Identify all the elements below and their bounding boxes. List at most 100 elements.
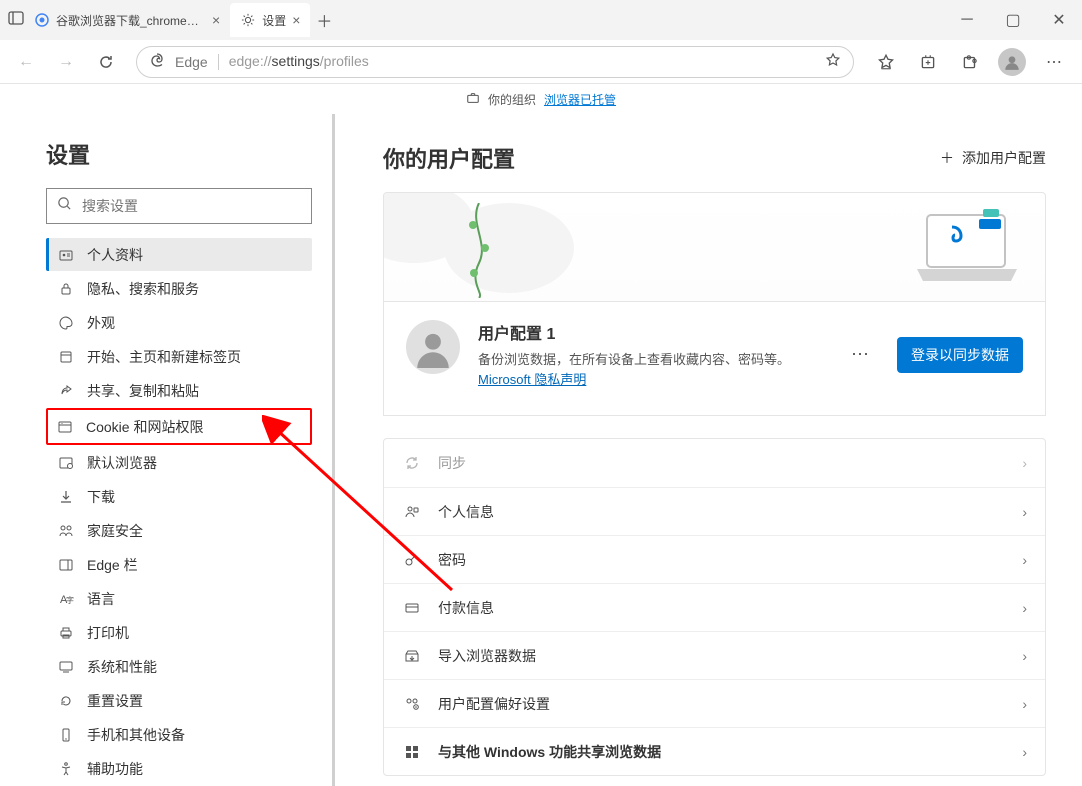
nav-label: 默认浏览器 [87, 453, 157, 473]
tab-title: 谷歌浏览器下载_chrome浏览器官 [56, 12, 206, 29]
tab-strip: 谷歌浏览器下载_chrome浏览器官 × 设置 × ＋ [24, 0, 944, 40]
search-icon [57, 196, 72, 216]
profile-avatar[interactable] [992, 46, 1032, 78]
profile-card: 用户配置 1 备份浏览数据，在所有设备上查看收藏内容、密码等。 Microsof… [383, 302, 1046, 416]
option-personal-info[interactable]: 个人信息› [384, 487, 1045, 535]
profile-options: 同步› 个人信息› 密码› 付款信息› 导入浏览器数据› 用户配置偏好设置› 与… [383, 438, 1046, 776]
refresh-button[interactable] [88, 46, 124, 78]
favorites-button[interactable] [866, 46, 906, 78]
main: 设置 个人资料 隐私、搜索和服务 外观 开始、主页和新建标签页 共享、复制和粘贴… [0, 114, 1082, 786]
option-label: 个人信息 [438, 502, 494, 522]
sidebar-item-cookies[interactable]: Cookie 和网站权限 [46, 408, 312, 445]
content: 你的用户配置 ＋ 添加用户配置 [335, 114, 1082, 786]
pref-icon [402, 696, 422, 712]
signin-button[interactable]: 登录以同步数据 [897, 337, 1023, 373]
system-icon [57, 659, 75, 675]
forward-button[interactable]: → [48, 46, 84, 78]
nav-label: 重置设置 [87, 691, 143, 711]
option-sync[interactable]: 同步› [384, 439, 1045, 487]
option-payment[interactable]: 付款信息 › [384, 583, 1045, 631]
extensions-button[interactable] [950, 46, 990, 78]
toolbar: ← → Edge edge://settings/profiles ⋯ [0, 40, 1082, 84]
sidebar-item-start[interactable]: 开始、主页和新建标签页 [46, 340, 312, 373]
sidebar-item-edge-bar[interactable]: Edge 栏 [46, 548, 312, 581]
option-label: 与其他 Windows 功能共享浏览数据 [438, 742, 661, 762]
managed-text-prefix: 你的组织 [488, 91, 536, 108]
option-preferences[interactable]: 用户配置偏好设置› [384, 679, 1045, 727]
sidebar-item-family[interactable]: 家庭安全 [46, 514, 312, 547]
option-label: 导入浏览器数据 [438, 646, 536, 666]
titlebar: 谷歌浏览器下载_chrome浏览器官 × 设置 × ＋ ─ ▢ ✕ [0, 0, 1082, 40]
nav-label: 家庭安全 [87, 521, 143, 541]
avatar-icon [406, 320, 460, 374]
url-text: edge://settings/profiles [229, 53, 815, 70]
new-tab-button[interactable]: ＋ [310, 6, 338, 34]
nav-label: Cookie 和网站权限 [86, 417, 203, 437]
nav-label: 打印机 [87, 623, 129, 643]
sidebar-item-share[interactable]: 共享、复制和粘贴 [46, 374, 312, 407]
sidebar-item-default-browser[interactable]: 默认浏览器 [46, 446, 312, 479]
reset-icon [57, 693, 75, 709]
chevron-right-icon: › [1022, 455, 1027, 471]
chevron-right-icon: › [1022, 744, 1027, 760]
sidebar: 设置 个人资料 隐私、搜索和服务 外观 开始、主页和新建标签页 共享、复制和粘贴… [0, 114, 335, 786]
page-title: 你的用户配置 [383, 142, 515, 174]
key-icon [402, 552, 422, 568]
person-info-icon [402, 504, 422, 520]
option-label: 用户配置偏好设置 [438, 694, 550, 714]
sidebar-item-system[interactable]: 系统和性能 [46, 650, 312, 683]
sidebar-item-appearance[interactable]: 外观 [46, 306, 312, 339]
sidebar-item-printers[interactable]: 打印机 [46, 616, 312, 649]
option-import[interactable]: 导入浏览器数据 › [384, 631, 1045, 679]
sync-icon [402, 455, 422, 471]
sidebar-item-reset[interactable]: 重置设置 [46, 684, 312, 717]
managed-link[interactable]: 浏览器已托管 [544, 91, 616, 108]
collections-button[interactable] [908, 46, 948, 78]
favorite-star-icon[interactable] [825, 52, 841, 71]
sidebar-item-privacy[interactable]: 隐私、搜索和服务 [46, 272, 312, 305]
nav-label: 下载 [87, 487, 115, 507]
sidebar-item-language[interactable]: A字语言 [46, 582, 312, 615]
add-profile-button[interactable]: ＋ 添加用户配置 [940, 148, 1046, 168]
chevron-right-icon: › [1022, 648, 1027, 664]
profile-more-button[interactable]: ⋯ [851, 344, 869, 365]
option-windows-share[interactable]: 与其他 Windows 功能共享浏览数据 › [384, 727, 1045, 775]
language-icon: A字 [57, 591, 75, 607]
sidebar-item-downloads[interactable]: 下载 [46, 480, 312, 513]
option-label: 付款信息 [438, 598, 494, 618]
privacy-link[interactable]: Microsoft 隐私声明 [478, 372, 586, 387]
search-input[interactable] [82, 198, 301, 214]
gear-icon [240, 12, 256, 28]
maximize-button[interactable]: ▢ [990, 0, 1036, 40]
laptop-graphic [907, 209, 1027, 289]
browser-icon [57, 455, 75, 471]
power-icon [57, 349, 75, 365]
chevron-right-icon: › [1022, 600, 1027, 616]
share-icon [57, 383, 75, 399]
nav-label: 隐私、搜索和服务 [87, 279, 199, 299]
close-icon[interactable]: × [292, 12, 300, 28]
more-button[interactable]: ⋯ [1034, 46, 1074, 78]
sidebar-item-profiles[interactable]: 个人资料 [46, 238, 312, 271]
sidebar-item-accessibility[interactable]: 辅助功能 [46, 752, 312, 785]
tab-settings[interactable]: 设置 × [230, 3, 310, 37]
sidebar-item-phone[interactable]: 手机和其他设备 [46, 718, 312, 751]
vine-graphic [459, 203, 499, 298]
minimize-button[interactable]: ─ [944, 0, 990, 40]
close-button[interactable]: ✕ [1036, 0, 1082, 40]
tab-chrome-download[interactable]: 谷歌浏览器下载_chrome浏览器官 × [24, 3, 230, 37]
nav-label: 开始、主页和新建标签页 [87, 347, 241, 367]
search-input-wrap[interactable] [46, 188, 312, 224]
card-icon [402, 600, 422, 616]
window-controls: ─ ▢ ✕ [944, 0, 1082, 40]
nav-label: 手机和其他设备 [87, 725, 185, 745]
appearance-icon [57, 315, 75, 331]
address-bar[interactable]: Edge edge://settings/profiles [136, 46, 854, 78]
tab-title: 设置 [262, 12, 286, 29]
option-passwords[interactable]: 密码› [384, 535, 1045, 583]
lock-icon [57, 281, 75, 297]
tab-actions-button[interactable] [8, 10, 24, 31]
back-button[interactable]: ← [8, 46, 44, 78]
close-icon[interactable]: × [212, 12, 220, 28]
toolbar-right: ⋯ [866, 46, 1074, 78]
